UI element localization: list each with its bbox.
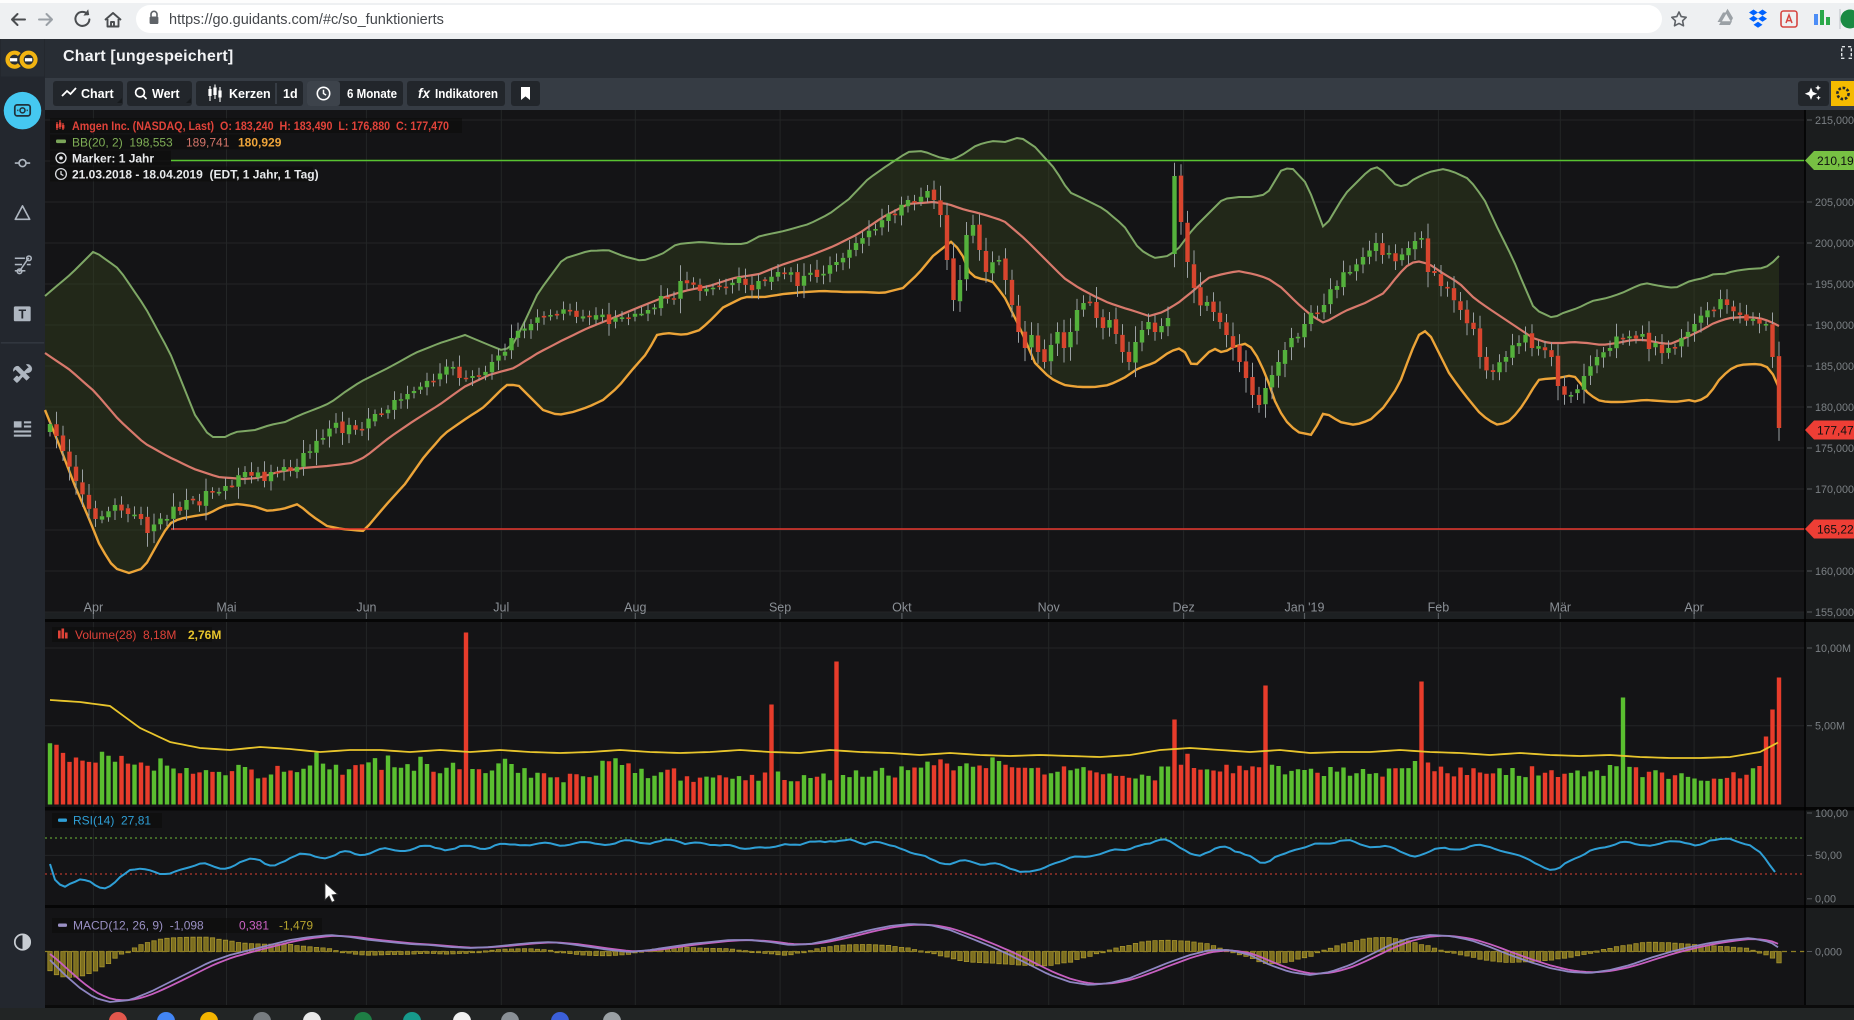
svg-text:Feb: Feb — [1428, 601, 1450, 615]
svg-text:Volume(28) 8,18M: Volume(28) 8,18M — [75, 628, 176, 642]
svg-text:189,741: 189,741 — [186, 136, 230, 150]
svg-text:Jul: Jul — [493, 601, 509, 615]
svg-text:155,000: 155,000 — [1815, 607, 1854, 619]
svg-text:Apr: Apr — [1684, 601, 1703, 615]
svg-text:50,00: 50,00 — [1815, 850, 1842, 862]
svg-text:200,000: 200,000 — [1815, 238, 1854, 250]
svg-text:-1,479: -1,479 — [279, 919, 313, 933]
svg-text:195,000: 195,000 — [1815, 279, 1854, 291]
svg-text:Mär: Mär — [1550, 601, 1572, 615]
svg-text:210,190: 210,190 — [1817, 154, 1854, 168]
svg-text:MACD(12, 26, 9) -1,098: MACD(12, 26, 9) -1,098 — [73, 919, 204, 933]
svg-text:Jun: Jun — [356, 601, 376, 615]
svg-text:0,381: 0,381 — [239, 919, 269, 933]
svg-text:Marker: 1 Jahr: Marker: 1 Jahr — [72, 152, 154, 166]
svg-text:Sep: Sep — [769, 601, 791, 615]
svg-text:205,000: 205,000 — [1815, 197, 1854, 209]
svg-text:5,00M: 5,00M — [1815, 721, 1845, 733]
svg-text:170,000: 170,000 — [1815, 484, 1854, 496]
svg-text:Amgen Inc. (NASDAQ, Last) O:: Amgen Inc. (NASDAQ, Last) O: 183,240 H: … — [72, 119, 449, 133]
svg-text:Okt: Okt — [892, 601, 912, 615]
svg-text:BB(20, 2) 198,553: BB(20, 2) 198,553 — [72, 136, 173, 150]
svg-text:2,76M: 2,76M — [188, 628, 221, 642]
svg-text:Apr: Apr — [84, 601, 103, 615]
svg-text:21.03.2018 - 18.04.2019 (EDT,: 21.03.2018 - 18.04.2019 (EDT, 1 Jahr, 1 … — [72, 168, 319, 182]
svg-text:Nov: Nov — [1038, 601, 1061, 615]
svg-text:185,000: 185,000 — [1815, 361, 1854, 373]
svg-text:215,000: 215,000 — [1815, 115, 1854, 127]
svg-text:160,000: 160,000 — [1815, 566, 1854, 578]
svg-text:RSI(14) 27,81: RSI(14) 27,81 — [73, 814, 151, 828]
svg-text:Dez: Dez — [1172, 601, 1194, 615]
svg-text:0,00: 0,00 — [1815, 894, 1836, 906]
svg-text:165,220: 165,220 — [1817, 523, 1854, 537]
svg-text:100,00: 100,00 — [1815, 808, 1848, 820]
svg-text:190,000: 190,000 — [1815, 320, 1854, 332]
svg-text:180,929: 180,929 — [238, 136, 282, 150]
svg-text:175,000: 175,000 — [1815, 443, 1854, 455]
svg-text:Jan '19: Jan '19 — [1285, 601, 1325, 615]
svg-text:177,470: 177,470 — [1817, 424, 1854, 438]
svg-text:Aug: Aug — [624, 601, 646, 615]
svg-text:0,000: 0,000 — [1815, 946, 1842, 958]
svg-text:10,00M: 10,00M — [1815, 643, 1851, 655]
svg-text:Mai: Mai — [216, 601, 236, 615]
svg-text:180,000: 180,000 — [1815, 402, 1854, 414]
